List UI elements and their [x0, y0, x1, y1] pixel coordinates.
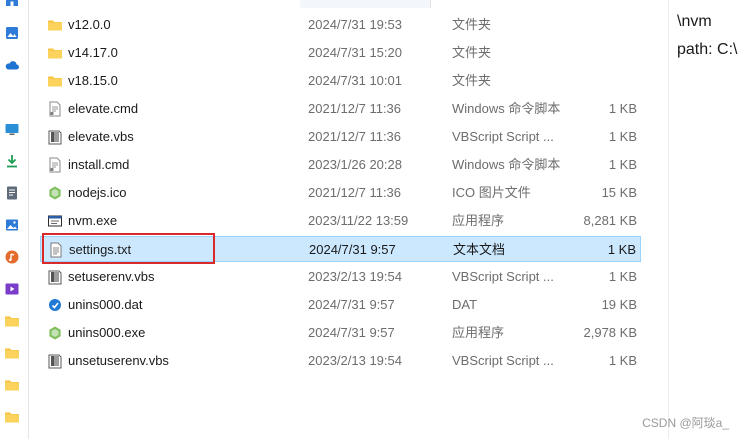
file-size: 19 KB [601, 297, 637, 312]
downloads-icon[interactable] [4, 153, 20, 169]
file-row[interactable]: v18.15.0 2024/7/31 10:01 文件夹 [40, 68, 641, 94]
folder-icon[interactable] [4, 345, 20, 361]
file-type: VBScript Script ... [452, 269, 554, 284]
file-date-modified: 2023/11/22 13:59 [308, 213, 409, 228]
file-row[interactable]: elevate.vbs 2021/12/7 11:36 VBScript Scrip… [40, 124, 641, 150]
date-column-header-tint [300, 0, 430, 8]
file-row[interactable]: v12.0.0 2024/7/31 19:53 文件夹 [40, 12, 641, 38]
file-date-modified: 2023/2/13 19:54 [308, 353, 402, 368]
watermark: CSDN @阿琰a_ [642, 416, 729, 430]
onedrive-icon[interactable] [4, 57, 20, 73]
preview-divider [668, 0, 669, 439]
file-size: 1 KB [608, 101, 637, 116]
folder-icon [47, 73, 63, 89]
vbs-file-icon [47, 269, 63, 285]
file-type: ICO 图片文件 [452, 185, 531, 200]
file-row[interactable]: unins000.dat 2024/7/31 9:57 DAT 19 KB [40, 292, 641, 318]
file-date-modified: 2024/7/31 9:57 [309, 242, 396, 257]
exe-file-icon [47, 213, 63, 229]
file-row[interactable]: unsetuserenv.vbs 2023/2/13 19:54 VBScript … [40, 348, 641, 374]
file-name: unins000.exe [68, 325, 146, 340]
navigation-divider [28, 0, 29, 439]
file-name: unsetuserenv.vbs [68, 353, 169, 368]
file-type: 文件夹 [452, 45, 492, 60]
file-date-modified: 2023/1/26 20:28 [308, 157, 402, 172]
navigation-pane [0, 0, 28, 439]
file-date-modified: 2024/7/31 9:57 [308, 297, 395, 312]
file-date-modified: 2021/12/7 11:36 [308, 101, 402, 116]
file-name: nvm.exe [68, 213, 118, 228]
file-date-modified: 2021/12/7 11:36 [308, 185, 402, 200]
file-size: 2,978 KB [583, 325, 638, 340]
file-name: install.cmd [68, 157, 130, 172]
file-type: DAT [452, 297, 478, 312]
music-icon[interactable] [4, 249, 20, 265]
file-date-modified: 2021/12/7 11:36 [308, 129, 402, 144]
folder-icon[interactable] [4, 313, 20, 329]
nodejs-icon [47, 325, 63, 341]
folder-icon [47, 17, 63, 33]
file-date-modified: 2024/7/31 9:57 [308, 325, 395, 340]
file-size: 1 KB [608, 269, 637, 284]
file-name: elevate.vbs [68, 129, 134, 144]
file-date-modified: 2024/7/31 10:01 [308, 73, 402, 88]
home-icon[interactable] [4, 0, 20, 8]
videos-icon[interactable] [4, 281, 20, 297]
file-name: v12.0.0 [68, 17, 111, 32]
file-size: 1 KB [608, 157, 637, 172]
file-type: VBScript Script ... [452, 129, 554, 144]
gallery-icon[interactable] [4, 25, 20, 41]
file-size: 1 KB [608, 129, 637, 144]
file-row[interactable]: v14.17.0 2024/7/31 15:20 文件夹 [40, 40, 641, 66]
file-date-modified: 2024/7/31 19:53 [308, 17, 402, 32]
file-type: 文本文档 [453, 242, 506, 257]
nodejs-icon [47, 185, 63, 201]
file-size: 1 KB [607, 242, 636, 257]
file-type: VBScript Script ... [452, 353, 554, 368]
preview-pane: \nvm path: C:\ [677, 8, 737, 64]
file-name: unins000.dat [68, 297, 143, 312]
file-name: nodejs.ico [68, 185, 127, 200]
vbs-file-icon [47, 129, 63, 145]
folder-icon [47, 45, 63, 61]
documents-icon[interactable] [4, 185, 20, 201]
file-type: Windows 命令脚本 [452, 157, 561, 172]
file-size: 8,281 KB [583, 213, 638, 228]
file-name: v18.15.0 [68, 73, 118, 88]
file-size: 1 KB [608, 353, 637, 368]
folder-icon[interactable] [4, 409, 20, 425]
file-type: 应用程序 [452, 213, 505, 228]
desktop-icon[interactable] [4, 121, 20, 137]
file-type: Windows 命令脚本 [452, 101, 561, 116]
file-row[interactable]: setuserenv.vbs 2023/2/13 19:54 VBScript Sc… [40, 264, 641, 290]
dat-file-icon [47, 297, 63, 313]
highlight-box [42, 233, 215, 264]
file-date-modified: 2023/2/13 19:54 [308, 269, 402, 284]
cmd-file-icon [47, 157, 63, 173]
vbs-file-icon [47, 353, 63, 369]
file-type: 文件夹 [452, 73, 492, 88]
file-row[interactable]: unins000.exe 2024/7/31 9:57 应用程序 2,978 KB [40, 320, 641, 346]
file-row[interactable]: nvm.exe 2023/11/22 13:59 应用程序 8,281 KB [40, 208, 641, 234]
file-row[interactable]: nodejs.ico 2021/12/7 11:36 ICO 图片文件 15 KB [40, 180, 641, 206]
file-size: 15 KB [601, 185, 637, 200]
folder-icon[interactable] [4, 377, 20, 393]
file-date-modified: 2024/7/31 15:20 [308, 45, 402, 60]
column-divider [430, 0, 431, 8]
file-name: v14.17.0 [68, 45, 118, 60]
file-type: 应用程序 [452, 325, 505, 340]
cmd-file-icon [47, 101, 63, 117]
file-row[interactable]: install.cmd 2023/1/26 20:28 Windows 命令脚本 1 … [40, 152, 641, 178]
preview-line-1: \nvm [677, 13, 712, 30]
file-type: 文件夹 [452, 17, 492, 32]
file-row[interactable]: elevate.cmd 2021/12/7 11:36 Windows 命令脚本 1 … [40, 96, 641, 122]
file-name: elevate.cmd [68, 101, 139, 116]
pictures-icon[interactable] [4, 217, 20, 233]
preview-line-2: path: C:\ [677, 41, 738, 58]
file-name: setuserenv.vbs [68, 269, 155, 284]
